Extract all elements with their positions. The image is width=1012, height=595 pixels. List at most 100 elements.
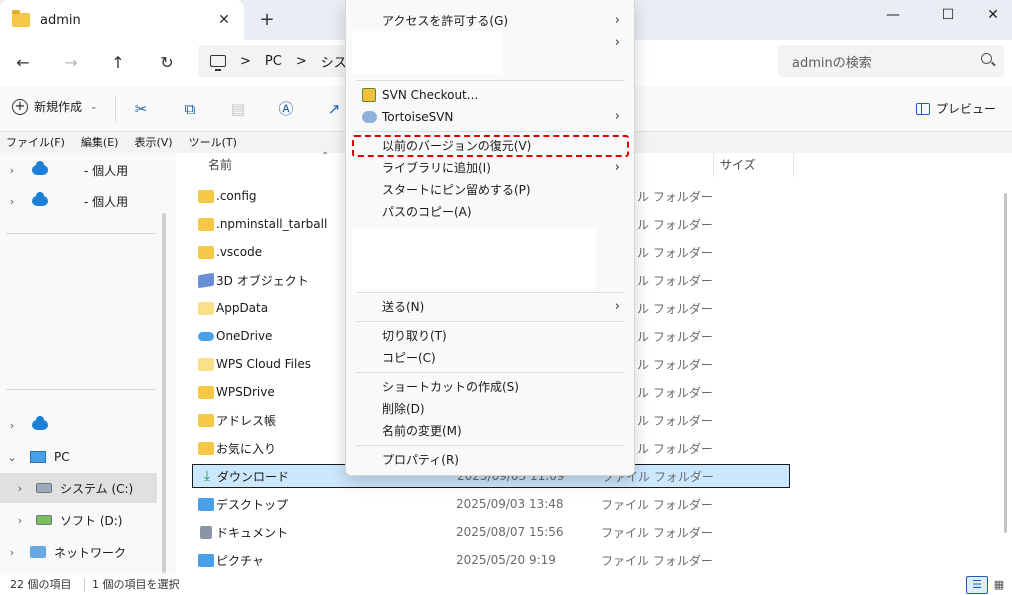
menu-item-svn-checkout[interactable]: SVN Checkout... <box>352 84 630 106</box>
menu-item-label: 名前の変更(M) <box>382 424 462 438</box>
maximize-button[interactable]: ☐ <box>925 0 971 34</box>
address-bar[interactable]: > PC > シス <box>198 45 368 77</box>
plus-icon: + <box>12 98 28 115</box>
column-divider[interactable] <box>713 153 714 177</box>
divider <box>6 389 156 390</box>
breadcrumb-separator: > <box>295 53 307 69</box>
tree-item-soft-d[interactable]: › ソフト (D:) <box>0 505 157 535</box>
scrollbar-thumb[interactable] <box>1004 193 1007 533</box>
nav-scrollbar[interactable] <box>162 213 166 573</box>
file-type: ファイル フォルダー <box>601 497 713 512</box>
close-window-button[interactable]: ✕ <box>970 0 1012 34</box>
file-date: 2025/09/03 13:48 <box>456 497 564 511</box>
menu-item-rename[interactable]: 名前の変更(M) <box>352 420 630 442</box>
column-header-name[interactable]: 名前 <box>208 153 232 177</box>
new-tab-button[interactable]: + <box>256 9 278 31</box>
chevron-right-icon[interactable]: › <box>0 419 24 432</box>
tree-label: PC <box>54 450 70 464</box>
tree-label: ソフト (D:) <box>60 513 123 528</box>
onedrive-icon <box>32 192 48 206</box>
navigation-pane: › - 個人用 › - 個人用 › ⌄ PC › システム (C:) › ソフト… <box>0 153 174 575</box>
menu-file[interactable]: ファイル(F) <box>6 133 65 153</box>
forward-button[interactable]: → <box>57 49 85 77</box>
menu-item-properties[interactable]: プロパティ(R) <box>352 449 630 471</box>
preview-pane-icon <box>915 102 930 115</box>
copy-icon[interactable]: ⧉ <box>180 99 200 119</box>
cut-icon[interactable]: ✂ <box>131 99 151 119</box>
tree-item-onedrive[interactable]: › <box>0 410 157 440</box>
menu-item-create-shortcut[interactable]: ショートカットの作成(S) <box>352 376 630 398</box>
file-type: ファイル フォルダー <box>601 525 713 540</box>
breadcrumb-pc[interactable]: PC <box>265 54 282 69</box>
tree-item-pc[interactable]: ⌄ PC <box>0 442 157 472</box>
chevron-right-icon[interactable]: › <box>0 195 24 208</box>
divider <box>115 96 116 122</box>
menu-item-cut[interactable]: 切り取り(T) <box>352 325 630 347</box>
file-name: OneDrive <box>216 329 273 343</box>
back-button[interactable]: ← <box>9 49 37 77</box>
context-menu: アクセスを許可する(G) › › SVN Checkout... Tortois… <box>345 0 635 476</box>
menu-edit[interactable]: 編集(E) <box>81 133 119 153</box>
breadcrumb-system[interactable]: シス <box>321 52 347 71</box>
tree-item-network[interactable]: › ネットワーク <box>0 537 157 567</box>
file-name: WPS Cloud Files <box>216 357 311 371</box>
file-date: 2025/05/20 9:19 <box>456 553 556 567</box>
file-name: .config <box>216 189 257 203</box>
column-divider[interactable] <box>793 153 794 177</box>
menu-tools[interactable]: ツール(T) <box>189 133 237 153</box>
table-row[interactable]: デスクトップ 2025/09/03 13:48 ファイル フォルダー <box>192 492 790 516</box>
menu-item-send-to[interactable]: 送る(N) › <box>352 296 630 318</box>
chevron-right-icon[interactable]: › <box>8 514 32 527</box>
folder-icon <box>198 245 214 259</box>
tree-item-onedrive-personal[interactable]: › - 個人用 <box>0 186 157 216</box>
minimize-button[interactable]: — <box>870 0 916 34</box>
refresh-button[interactable]: ↻ <box>153 49 181 77</box>
tree-item-onedrive-personal[interactable]: › - 個人用 <box>0 155 157 185</box>
breadcrumb-separator: > <box>240 53 251 69</box>
folder-icon <box>198 441 214 455</box>
menu-view[interactable]: 表示(V) <box>134 133 172 153</box>
redacted-area <box>352 31 502 74</box>
chevron-right-icon[interactable]: › <box>8 482 32 495</box>
chevron-down-icon[interactable]: ⌄ <box>0 451 24 464</box>
menu-item-label: TortoiseSVN <box>382 110 454 124</box>
paste-icon[interactable]: ▤ <box>228 99 248 119</box>
search-icon[interactable] <box>981 53 992 64</box>
tab-close-icon[interactable]: ✕ <box>214 10 234 30</box>
tab-admin[interactable]: admin ✕ <box>0 0 244 40</box>
chevron-right-icon[interactable]: › <box>0 546 24 559</box>
menu-item-delete[interactable]: 削除(D) <box>352 398 630 420</box>
column-header-size[interactable]: サイズ <box>720 153 756 177</box>
chevron-down-icon: ⌄ <box>90 101 98 112</box>
new-button[interactable]: + 新規作成 ⌄ <box>12 98 98 115</box>
table-row[interactable]: ドキュメント 2025/08/07 15:56 ファイル フォルダー <box>192 520 790 544</box>
tab-title: admin <box>40 12 81 28</box>
tiles-view-button[interactable]: ▦ <box>990 576 1008 594</box>
menu-item-copy-path[interactable]: パスのコピー(A) <box>352 201 630 223</box>
desktop-icon <box>198 497 214 511</box>
preview-button[interactable]: プレビュー <box>915 100 996 117</box>
menu-item-pin-to-start[interactable]: スタートにピン留めする(P) <box>352 179 630 201</box>
share-icon[interactable]: ↗ <box>324 99 344 119</box>
content-scrollbar[interactable] <box>1001 153 1012 575</box>
folder-icon <box>198 385 214 399</box>
tree-item-system-c[interactable]: › システム (C:) <box>0 473 157 503</box>
search-input[interactable]: adminの検索 <box>778 45 1004 77</box>
picture-icon <box>198 553 214 567</box>
menu-item-copy[interactable]: コピー(C) <box>352 347 630 369</box>
menu-item-tortoisesvn[interactable]: TortoiseSVN › <box>352 106 630 128</box>
menu-item-give-access[interactable]: アクセスを許可する(G) › <box>352 10 630 32</box>
table-row[interactable]: ピクチャ 2025/05/20 9:19 ファイル フォルダー <box>192 548 790 572</box>
up-button[interactable]: ↑ <box>104 49 132 77</box>
chevron-right-icon[interactable]: › <box>0 164 24 177</box>
selected-count: 1 個の項目を選択 <box>92 578 180 591</box>
details-view-button[interactable]: ☰ <box>966 576 988 594</box>
pc-icon <box>210 55 226 71</box>
menu-item-add-to-library[interactable]: ライブラリに追加(I) › <box>352 157 630 179</box>
rename-icon[interactable]: Ⓐ <box>276 99 296 119</box>
divider <box>6 233 156 234</box>
menu-item-label: 切り取り(T) <box>382 329 447 343</box>
file-name: .vscode <box>216 245 263 259</box>
menu-item-label: アクセスを許可する(G) <box>382 14 509 28</box>
search-placeholder: adminの検索 <box>792 55 872 71</box>
